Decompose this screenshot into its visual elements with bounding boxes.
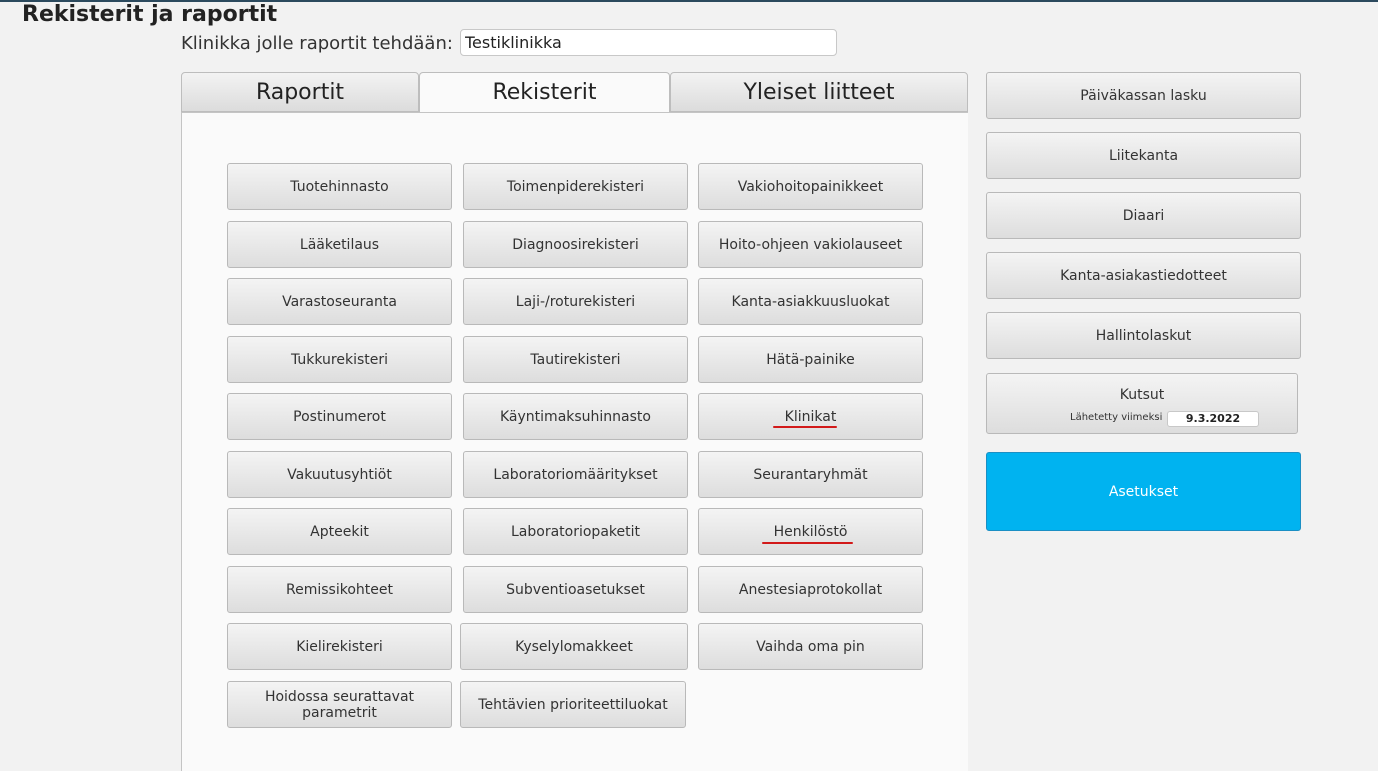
diaari-button[interactable]: Diaari bbox=[986, 192, 1301, 239]
asetukset-button[interactable]: Asetukset bbox=[986, 452, 1301, 531]
register-button-kyselylomakkeet[interactable]: Kyselylomakkeet bbox=[460, 623, 688, 670]
kutsut-sent-date: 9.3.2022 bbox=[1167, 411, 1259, 427]
klinikat-highlight-underline bbox=[773, 426, 837, 428]
register-button-tuotehinnasto[interactable]: Tuotehinnasto bbox=[227, 163, 452, 210]
clinic-input[interactable] bbox=[460, 29, 837, 56]
register-button-klinikat[interactable]: Klinikat bbox=[698, 393, 923, 440]
tab-raportit[interactable]: Raportit bbox=[181, 72, 419, 112]
register-button-laboratoriomaaritykset[interactable]: Laboratoriomääritykset bbox=[463, 451, 688, 498]
register-button-toimenpiderekisteri[interactable]: Toimenpiderekisteri bbox=[463, 163, 688, 210]
page-title: Rekisterit ja raportit bbox=[22, 2, 278, 27]
register-button-apteekit[interactable]: Apteekit bbox=[227, 508, 452, 555]
kutsut-button[interactable]: Kutsut Lähetetty viimeksi 9.3.2022 bbox=[986, 373, 1298, 434]
register-button-diagnoosirekisteri[interactable]: Diagnoosirekisteri bbox=[463, 221, 688, 268]
register-button-seurantaryhmat[interactable]: Seurantaryhmät bbox=[698, 451, 923, 498]
liitekanta-button[interactable]: Liitekanta bbox=[986, 132, 1301, 179]
register-button-anestesiaprotokollat[interactable]: Anestesiaprotokollat bbox=[698, 566, 923, 613]
register-button-postinumerot[interactable]: Postinumerot bbox=[227, 393, 452, 440]
register-button-kielirekisteri[interactable]: Kielirekisteri bbox=[227, 623, 452, 670]
kanta-asiakastiedotteet-button[interactable]: Kanta-asiakastiedotteet bbox=[986, 252, 1301, 299]
register-button-subventioasetukset[interactable]: Subventioasetukset bbox=[463, 566, 688, 613]
register-button-laji-roturekisteri[interactable]: Laji-/roturekisteri bbox=[463, 278, 688, 325]
kutsut-title: Kutsut bbox=[1119, 387, 1165, 403]
register-button-tehtavien-prioriteettiluokat[interactable]: Tehtävien prioriteettiluokat bbox=[460, 681, 686, 728]
kutsut-sent-label: Lähetetty viimeksi bbox=[1070, 412, 1163, 423]
register-button-henkilosto[interactable]: Henkilöstö bbox=[698, 508, 923, 555]
register-button-laaketilaus[interactable]: Lääketilaus bbox=[227, 221, 452, 268]
register-button-kayntimaksuhinnasto[interactable]: Käyntimaksuhinnasto bbox=[463, 393, 688, 440]
register-button-hoito-ohjeen-vakiolauseet[interactable]: Hoito-ohjeen vakiolauseet bbox=[698, 221, 923, 268]
register-button-laboratoriopaketit[interactable]: Laboratoriopaketit bbox=[463, 508, 688, 555]
register-button-remissikohteet[interactable]: Remissikohteet bbox=[227, 566, 452, 613]
tab-rekisterit[interactable]: Rekisterit bbox=[419, 72, 670, 113]
henkilosto-highlight-underline bbox=[762, 542, 853, 544]
register-button-vakuutusyhtiot[interactable]: Vakuutusyhtiöt bbox=[227, 451, 452, 498]
hallintolaskut-button[interactable]: Hallintolaskut bbox=[986, 312, 1301, 359]
register-button-vaihda-oma-pin[interactable]: Vaihda oma pin bbox=[698, 623, 923, 670]
clinic-label: Klinikka jolle raportit tehdään: bbox=[181, 33, 453, 54]
register-button-tukkurekisteri[interactable]: Tukkurekisteri bbox=[227, 336, 452, 383]
register-button-kanta-asiakkuusluokat[interactable]: Kanta-asiakkuusluokat bbox=[698, 278, 923, 325]
register-button-varastoseuranta[interactable]: Varastoseuranta bbox=[227, 278, 452, 325]
registers-panel: Tuotehinnasto Lääketilaus Varastoseurant… bbox=[181, 112, 968, 771]
tab-bar: Raportit Yleiset liitteet Rekisterit bbox=[181, 72, 968, 113]
register-button-vakiohoitopainikkeet[interactable]: Vakiohoitopainikkeet bbox=[698, 163, 923, 210]
register-button-hoidossa-seurattavat-parametrit[interactable]: Hoidossa seurattavat parametrit bbox=[227, 681, 452, 728]
register-button-hata-painike[interactable]: Hätä-painike bbox=[698, 336, 923, 383]
tab-yleiset-liitteet[interactable]: Yleiset liitteet bbox=[670, 72, 968, 112]
register-button-tautirekisteri[interactable]: Tautirekisteri bbox=[463, 336, 688, 383]
paivakassan-lasku-button[interactable]: Päiväkassan lasku bbox=[986, 72, 1301, 119]
